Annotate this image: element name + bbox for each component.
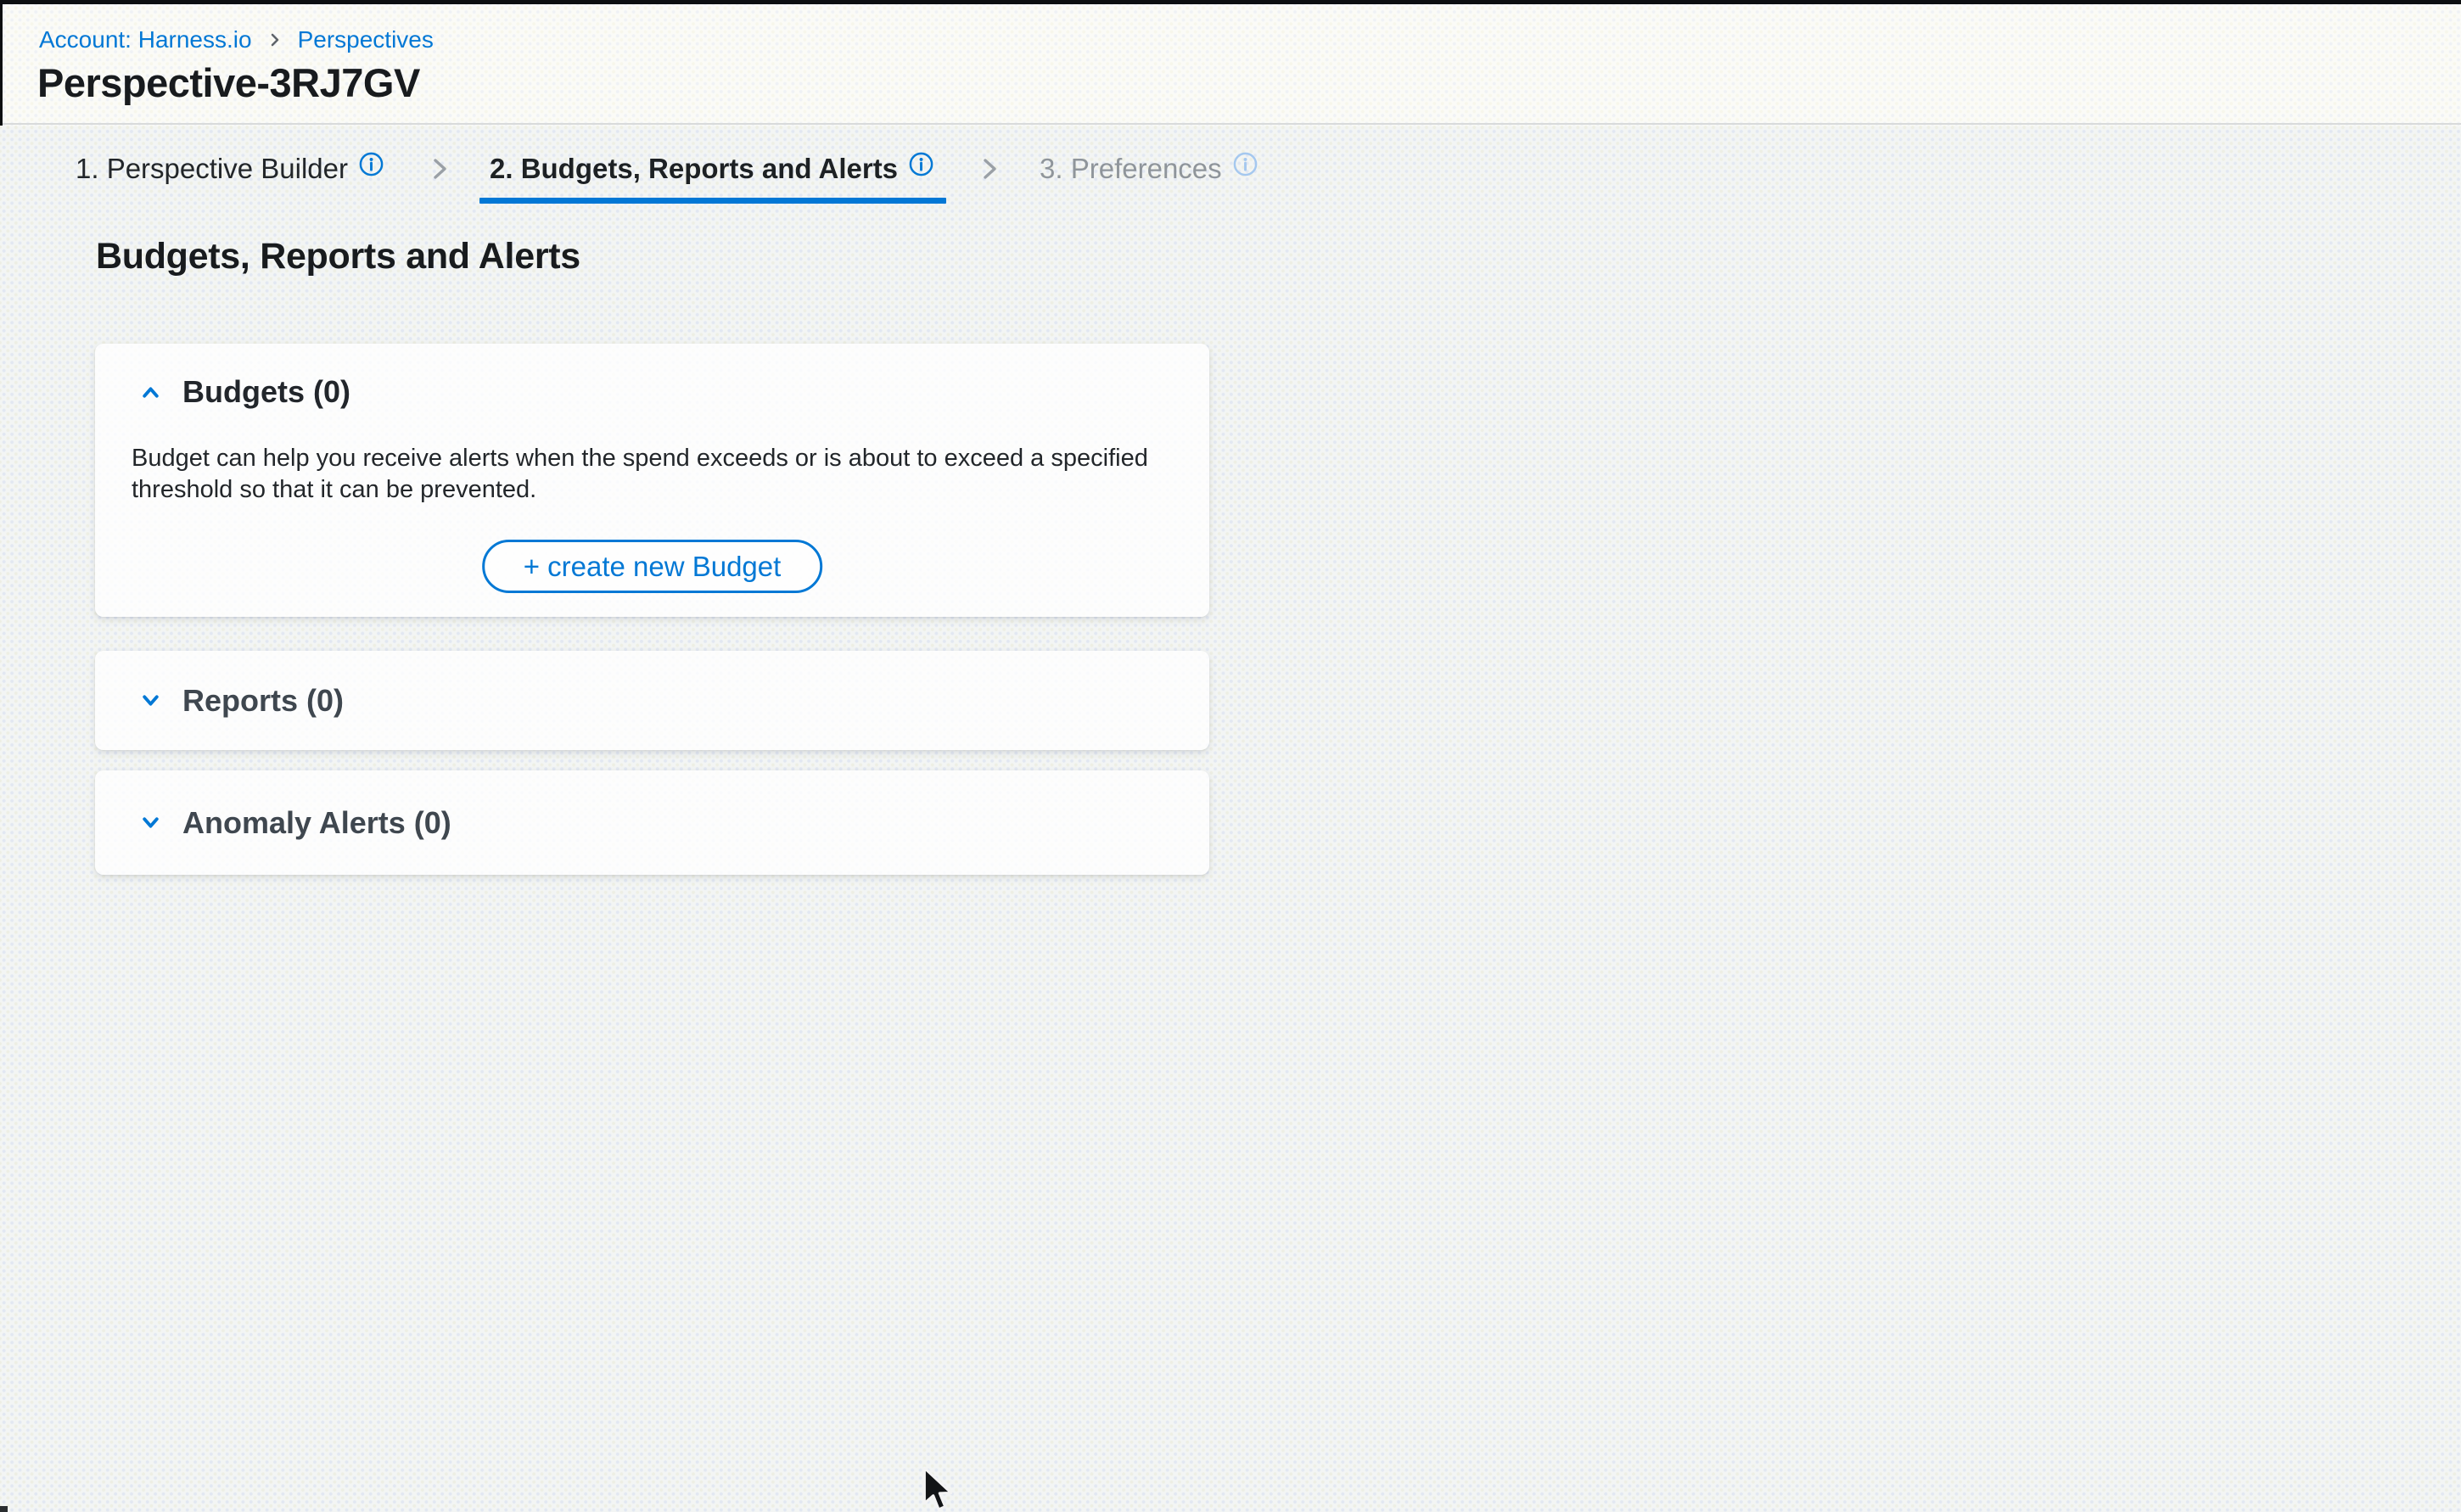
breadcrumb-account-link[interactable]: Account: Harness.io: [39, 25, 252, 54]
budgets-card-title: Budgets (0): [182, 374, 350, 410]
create-new-budget-button[interactable]: + create new Budget: [482, 540, 823, 593]
chevron-up-icon[interactable]: [137, 379, 164, 406]
anomaly-alerts-card-header[interactable]: Anomaly Alerts (0): [95, 770, 1209, 875]
screenshot-top-edge: [0, 0, 2461, 4]
reports-card-header[interactable]: Reports (0): [95, 651, 1209, 750]
tab-budgets-reports-alerts-label: 2. Budgets, Reports and Alerts: [490, 153, 898, 185]
info-icon: [1232, 156, 1259, 182]
budgets-card-header[interactable]: Budgets (0): [95, 344, 1209, 410]
reports-card-title: Reports (0): [182, 683, 344, 719]
breadcrumb: Account: Harness.io Perspectives: [39, 25, 434, 54]
budgets-description: Budget can help you receive alerts when …: [132, 443, 1175, 506]
wizard-tab-bar: 1. Perspective Builder 2. Budgets, Repor…: [76, 134, 1259, 204]
tab-chevron-right-icon: [425, 154, 454, 183]
tab-preferences-label: 3. Preferences: [1040, 153, 1222, 185]
tab-perspective-builder-label: 1. Perspective Builder: [76, 153, 348, 185]
screenshot-left-edge: [0, 0, 3, 126]
anomaly-alerts-card: Anomaly Alerts (0): [95, 770, 1209, 875]
budgets-card: Budgets (0) Budget can help you receive …: [95, 344, 1209, 617]
page-title: Perspective-3RJ7GV: [37, 59, 420, 106]
anomaly-alerts-card-title: Anomaly Alerts (0): [182, 805, 451, 841]
reports-card: Reports (0): [95, 651, 1209, 750]
info-icon[interactable]: [908, 156, 934, 182]
page-header: Account: Harness.io Perspectives Perspec…: [0, 0, 2461, 125]
section-heading: Budgets, Reports and Alerts: [96, 236, 580, 277]
breadcrumb-perspectives-link[interactable]: Perspectives: [298, 25, 434, 54]
tab-preferences[interactable]: 3. Preferences: [1040, 134, 1259, 204]
info-icon[interactable]: [358, 156, 384, 182]
tab-budgets-reports-alerts[interactable]: 2. Budgets, Reports and Alerts: [490, 134, 934, 204]
breadcrumb-separator-icon: [266, 31, 284, 49]
chevron-down-icon[interactable]: [137, 687, 164, 714]
chevron-down-icon[interactable]: [137, 809, 164, 836]
tab-chevron-right-icon: [975, 154, 1004, 183]
screenshot-corner-mark: [0, 1506, 8, 1512]
tab-perspective-builder[interactable]: 1. Perspective Builder: [76, 134, 384, 204]
